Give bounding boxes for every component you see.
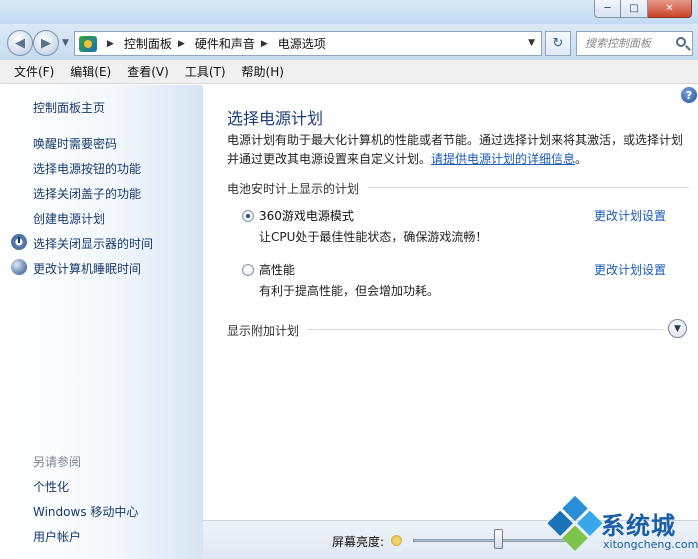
change-plan-settings-link[interactable]: 更改计划设置 <box>594 207 666 224</box>
clock-icon <box>11 234 27 250</box>
forward-button[interactable]: ▶ <box>33 30 59 56</box>
close-icon: ✕ <box>665 3 674 14</box>
sidebar-item-control-panel-home[interactable]: 控制面板主页 <box>33 99 105 116</box>
breadcrumb-chevron-icon[interactable]: ▶ <box>107 39 114 49</box>
sidebar-item-sleep-time[interactable]: 更改计算机睡眠时间 <box>33 260 141 277</box>
navigation-bar: ◀ ▶ ▼ ▶ 控制面板 ▶ 硬件和声音 ▶ 电源选项 ▼ ↻ <box>0 24 698 60</box>
control-panel-icon <box>79 35 97 52</box>
main-pane: ? 选择电源计划 电源计划有助于最大化计算机的性能或者节能。通过选择计划来将其激… <box>203 85 698 520</box>
see-also-heading: 另请参阅 <box>33 455 82 469</box>
plan-description: 有利于提高性能，但会增加功耗。 <box>259 284 440 298</box>
section-battery-plans: 电池安时计上显示的计划 <box>227 182 360 196</box>
section-divider <box>307 329 663 330</box>
plan-description: 让CPU处于最佳性能状态，确保游戏流畅！ <box>259 230 488 244</box>
search-box <box>576 31 693 56</box>
intro-line-1: 电源计划有助于最大化计算机的性能或者节能。通过选择计划来将其激活，或选择计划 <box>227 133 684 147</box>
breadcrumb-chevron-icon[interactable]: ▶ <box>178 39 185 49</box>
expand-chevron-down-icon[interactable]: ▼ <box>668 319 687 338</box>
sidebar-item-close-lid[interactable]: 选择关闭盖子的功能 <box>33 185 141 202</box>
menu-tools[interactable]: 工具(T) <box>177 63 234 80</box>
breadcrumb-chevron-icon[interactable]: ▶ <box>261 39 268 49</box>
brightness-slider-thumb[interactable] <box>494 529 503 549</box>
sidebar-item-wake-password[interactable]: 唤醒时需要密码 <box>33 135 117 152</box>
section-additional-plans[interactable]: 显示附加计划 <box>227 322 299 339</box>
menu-file[interactable]: 文件(F) <box>6 63 62 80</box>
brightness-sun-icon <box>391 535 402 546</box>
sidebar-item-user-accounts[interactable]: 用户帐户 <box>33 528 81 545</box>
watermark-text: 系统城 <box>601 512 676 540</box>
minimize-button[interactable]: ─ <box>594 0 621 18</box>
sidebar-item-mobility-center[interactable]: Windows 移动中心 <box>33 503 138 520</box>
sidebar-item-personalization[interactable]: 个性化 <box>33 478 69 495</box>
back-arrow-icon: ◀ <box>15 35 25 51</box>
sidebar-item-create-plan[interactable]: 创建电源计划 <box>33 210 105 227</box>
menu-view[interactable]: 查看(V) <box>119 63 177 80</box>
intro-end: 。 <box>575 152 588 166</box>
sidebar-item-display-off[interactable]: 选择关闭显示器的时间 <box>33 235 153 252</box>
help-icon[interactable]: ? <box>681 87 697 103</box>
recent-pages-chevron-down-icon[interactable]: ▼ <box>62 38 69 48</box>
maximize-icon: □ <box>629 3 639 14</box>
change-plan-settings-link[interactable]: 更改计划设置 <box>594 261 666 278</box>
brightness-label: 屏幕亮度: <box>332 535 385 549</box>
plan-radio-high-performance[interactable] <box>242 264 254 276</box>
moon-icon <box>11 259 27 275</box>
maximize-button[interactable]: □ <box>621 0 648 18</box>
forward-arrow-icon: ▶ <box>41 35 51 51</box>
plan-name-high-performance[interactable]: 高性能 <box>259 261 295 278</box>
watermark-domain: xitongcheng.com <box>603 538 698 551</box>
watermark-logo-icon <box>547 495 604 553</box>
watermark: 系统城 xitongcheng.com <box>545 495 698 559</box>
refresh-button[interactable]: ↻ <box>545 31 571 56</box>
sidebar-item-power-button[interactable]: 选择电源按钮的功能 <box>33 160 141 177</box>
menu-edit[interactable]: 编辑(E) <box>62 63 119 80</box>
breadcrumb-hardware-sound[interactable]: 硬件和声音 <box>195 35 255 52</box>
search-icon[interactable] <box>676 37 686 47</box>
menu-bar: 文件(F) 编辑(E) 查看(V) 工具(T) 帮助(H) <box>0 60 698 84</box>
minimize-icon: ─ <box>604 3 611 14</box>
refresh-icon: ↻ <box>552 36 564 51</box>
intro-text: 电源计划有助于最大化计算机的性能或者节能。通过选择计划来将其激活，或选择计划 并… <box>227 131 689 169</box>
section-divider <box>368 187 689 188</box>
plan-name-360-game[interactable]: 360游戏电源模式 <box>259 207 354 224</box>
back-button[interactable]: ◀ <box>7 30 33 56</box>
breadcrumb-control-panel[interactable]: 控制面板 <box>124 35 172 52</box>
address-dropdown-chevron-down-icon[interactable]: ▼ <box>528 38 535 48</box>
sidebar: 控制面板主页 唤醒时需要密码 选择电源按钮的功能 选择关闭盖子的功能 创建电源计… <box>0 85 203 559</box>
address-bar[interactable]: ▶ 控制面板 ▶ 硬件和声音 ▶ 电源选项 ▼ <box>74 31 542 56</box>
plan-details-link[interactable]: 请提供电源计划的详细信息 <box>431 152 575 166</box>
intro-line-2: 并通过更改其电源设置来自定义计划。 <box>227 152 432 166</box>
breadcrumb-power-options[interactable]: 电源选项 <box>278 35 326 52</box>
close-button[interactable]: ✕ <box>648 0 692 18</box>
window-controls: ─ □ ✕ <box>594 0 692 18</box>
plan-radio-360-game[interactable] <box>242 210 254 222</box>
search-input[interactable] <box>585 37 671 50</box>
page-title: 选择电源计划 <box>227 109 324 128</box>
menu-help[interactable]: 帮助(H) <box>234 63 292 80</box>
